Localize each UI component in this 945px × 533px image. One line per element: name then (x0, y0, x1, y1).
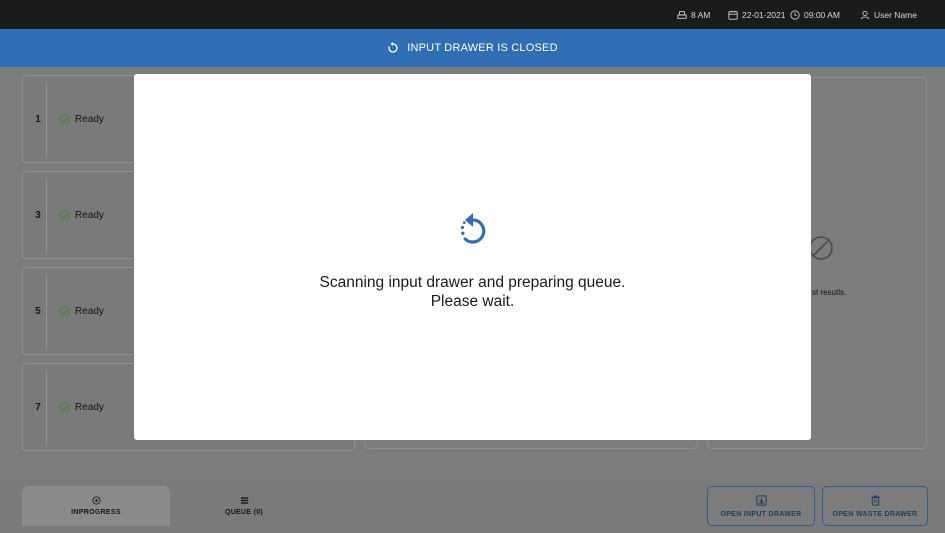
date-label: 22-01-2021 (742, 9, 786, 20)
open-input-drawer-button[interactable]: OPEN INPUT DRAWER (707, 486, 815, 526)
no-results-icon (809, 236, 833, 260)
bottom-navigation: INPROGRESS QUEUE (0) OPEN INPUT DRAWER O… (0, 479, 945, 533)
slot-number: 5 (35, 305, 41, 317)
printer-status-label: 8 AM (691, 9, 711, 20)
tab-queue[interactable]: QUEUE (0) (170, 486, 318, 526)
open-waste-drawer-button[interactable]: OPEN WASTE DRAWER (822, 486, 928, 526)
slot-number: 3 (35, 209, 41, 221)
slot-status: Ready (59, 364, 104, 450)
queue-list-icon (240, 497, 248, 504)
slot-status: Ready (59, 268, 104, 354)
check-circle-icon (59, 113, 70, 125)
refresh-icon (388, 42, 398, 53)
slot-number: 7 (35, 401, 41, 413)
slot-divider (46, 82, 47, 158)
check-circle-icon (59, 305, 70, 317)
open-waste-drawer-label: OPEN WASTE DRAWER (832, 510, 918, 518)
slot-status-label: Ready (75, 401, 104, 413)
printer-status: 8 AM (677, 0, 710, 29)
printer-icon (677, 10, 687, 19)
inprogress-icon (91, 496, 101, 505)
check-circle-icon (59, 209, 70, 221)
user-icon (860, 10, 870, 19)
drawer-status-text: INPUT DRAWER IS CLOSED (407, 42, 558, 54)
scanning-dialog: Scanning input drawer and preparing queu… (134, 74, 811, 440)
scanning-message-line2: Please wait. (430, 293, 515, 310)
drawer-status-banner: INPUT DRAWER IS CLOSED (0, 29, 945, 67)
slot-status: Ready (59, 76, 104, 162)
slot-status: Ready (59, 172, 104, 258)
time-display: 09:00 AM (790, 0, 840, 29)
tab-queue-label: QUEUE (0) (224, 509, 264, 516)
tab-inprogress-label: INPROGRESS (71, 509, 121, 516)
date-display: 22-01-2021 (728, 0, 785, 29)
slot-divider (46, 370, 47, 446)
user-menu[interactable]: User Name (860, 0, 917, 29)
slot-status-label: Ready (75, 305, 104, 317)
slot-divider (46, 178, 47, 254)
tab-inprogress[interactable]: INPROGRESS (22, 486, 170, 526)
system-status-bar: 8 AM 22-01-2021 09:00 AM User Name (0, 0, 945, 29)
drawer-download-icon (755, 494, 767, 506)
slot-number: 1 (35, 113, 41, 125)
slot-status-label: Ready (75, 113, 104, 125)
loading-icon (460, 213, 486, 244)
check-circle-icon (59, 401, 70, 413)
results-empty-text: st resutls. (812, 288, 847, 297)
slot-divider (46, 274, 47, 350)
clock-icon (790, 9, 800, 20)
scanning-message-line1: Scanning input drawer and preparing queu… (319, 274, 626, 291)
open-input-drawer-label: OPEN INPUT DRAWER (720, 510, 802, 518)
scanning-message: Scanning input drawer and preparing queu… (134, 273, 811, 311)
trash-icon (870, 494, 880, 506)
user-name-label: User Name (874, 9, 917, 20)
calendar-icon (728, 10, 738, 20)
time-label: 09:00 AM (804, 9, 840, 20)
slot-status-label: Ready (75, 209, 104, 221)
